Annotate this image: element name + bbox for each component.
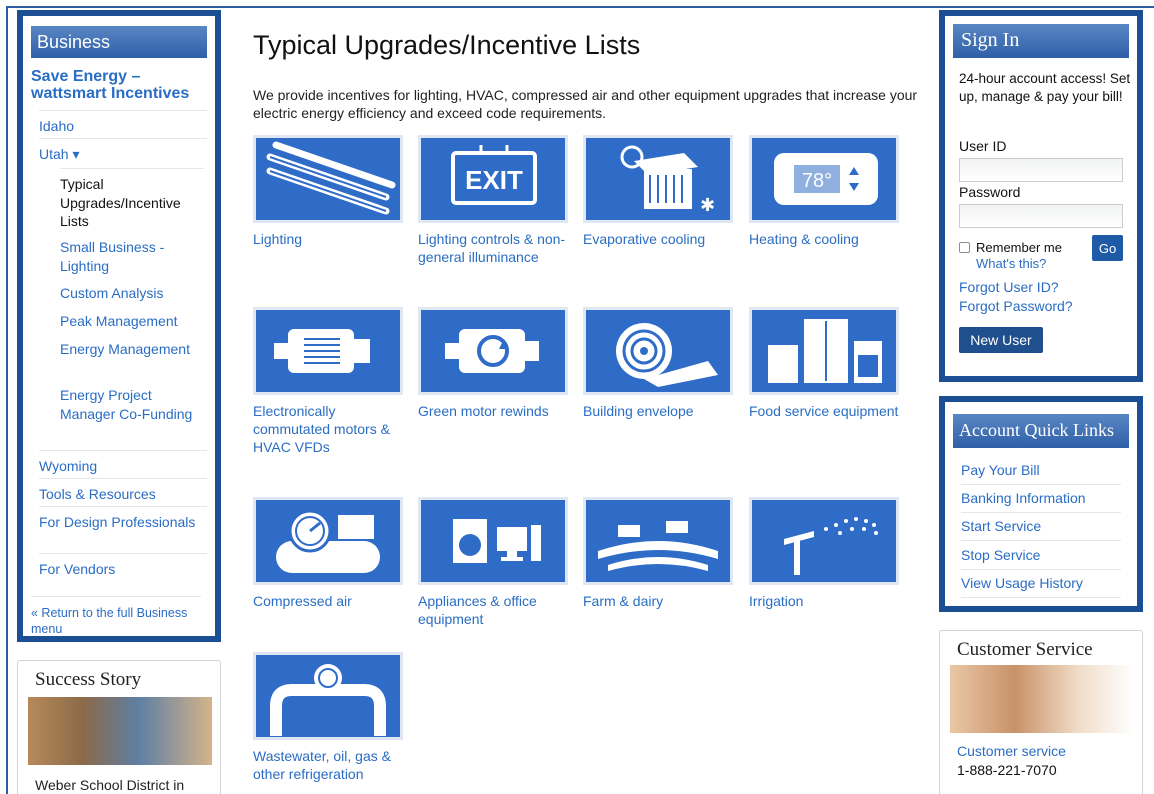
tile-irrigation[interactable]: Irrigation [749,497,899,610]
tile-label[interactable]: Heating & cooling [749,230,899,248]
quick-link-stop-service[interactable]: Stop Service [961,547,1121,570]
nav-item-idaho[interactable]: Idaho [39,110,207,135]
quick-link-banking-info[interactable]: Banking Information [961,490,1121,513]
tile-ec-motors[interactable]: Electronically commutated motors & HVAC … [253,307,403,456]
nav-sub-energy-project-manager[interactable]: Energy Project Manager Co-Funding [60,386,204,423]
success-story-title: Success Story [35,669,142,690]
quick-link-usage-history[interactable]: View Usage History [961,575,1121,598]
tile-compressed-air[interactable]: Compressed air [253,497,403,610]
password-field[interactable] [959,204,1123,228]
whats-this-link[interactable]: What's this? [976,256,1046,271]
tile-label[interactable]: Food service equipment [749,402,899,420]
success-story-photo[interactable] [28,697,212,765]
tile-evaporative-cooling[interactable]: ✱ Evaporative cooling [583,135,733,248]
tile-wastewater[interactable]: Wastewater, oil, gas & other refrigerati… [253,652,403,783]
nav-item-tools-resources[interactable]: Tools & Resources [39,478,207,503]
quick-link-pay-bill[interactable]: Pay Your Bill [961,462,1121,485]
tile-label[interactable]: Green motor rewinds [418,402,568,420]
tile-label[interactable]: Evaporative cooling [583,230,733,248]
thermostat-icon[interactable]: 78° [749,135,899,223]
tile-label[interactable]: Farm & dairy [583,592,733,610]
tile-lighting-controls[interactable]: EXIT Lighting controls & non-general ill… [418,135,568,266]
signin-description: 24-hour account access! Set up, manage &… [959,71,1131,104]
user-id-label: User ID [959,138,1007,154]
return-business-menu-link[interactable]: « Return to the full Business menu [31,596,201,637]
nav-sub-custom-analysis[interactable]: Custom Analysis [60,284,204,303]
nav-item-design-professionals[interactable]: For Design Professionals [39,506,207,531]
tile-label[interactable]: Electronically commutated motors & HVAC … [253,402,403,456]
signin-header: Sign In [953,24,1129,58]
remember-me-row: Remember me What's this? [959,240,1062,272]
rewind-motor-icon[interactable] [418,307,568,395]
tile-lighting[interactable]: Lighting [253,135,403,248]
quick-link-start-service[interactable]: Start Service [961,518,1121,541]
forgot-user-id-link[interactable]: Forgot User ID? [959,279,1059,295]
page-title: Typical Upgrades/Incentive Lists [253,30,641,60]
intro-text: We provide incentives for lighting, HVAC… [253,87,918,121]
sprinkler-icon[interactable] [749,497,899,585]
nav-sub-peak-management[interactable]: Peak Management [60,312,204,331]
nav-item-utah[interactable]: Utah ▾ [39,138,207,163]
quick-links-header: Account Quick Links [953,414,1129,448]
tile-label[interactable]: Irrigation [749,592,899,610]
customer-service-photo [950,665,1134,733]
success-story-text[interactable]: Weber School District in [35,777,184,793]
nav-sub-typical-upgrades[interactable]: Typical Upgrades/Incentive Lists [60,168,204,231]
washer-computer-icon[interactable] [418,497,568,585]
nav-item-vendors[interactable]: For Vendors [39,553,207,578]
remember-me-checkbox[interactable] [959,242,970,253]
nav-sub-small-business-lighting[interactable]: Small Business - Lighting [60,238,204,275]
nav-sub-energy-management[interactable]: Energy Management [60,340,204,359]
save-energy-link[interactable]: Save Energy – wattsmart Incentives [31,68,207,102]
motor-icon[interactable] [253,307,403,395]
go-button[interactable]: Go [1092,235,1123,261]
customer-service-phone: 1-888-221-7070 [957,762,1057,778]
signin-panel: Sign In 24-hour account access! Set up, … [939,10,1143,382]
compressor-icon[interactable] [253,497,403,585]
svg-text:EXIT: EXIT [465,165,523,195]
password-label: Password [959,184,1021,200]
tile-farm-dairy[interactable]: Farm & dairy [583,497,733,610]
customer-service-title: Customer Service [957,639,1093,660]
forgot-password-link[interactable]: Forgot Password? [959,298,1073,314]
pipe-gauge-icon[interactable] [253,652,403,740]
success-story-box: Success Story Weber School District in [17,660,221,794]
tile-label[interactable]: Appliances & office equipment [418,592,568,628]
remember-me-label: Remember me [976,240,1062,255]
new-user-button[interactable]: New User [959,327,1043,353]
tile-label[interactable]: Lighting [253,230,403,248]
tile-food-service[interactable]: Food service equipment [749,307,899,420]
tile-label[interactable]: Lighting controls & non-general illumina… [418,230,568,266]
fluorescent-tubes-icon[interactable] [253,135,403,223]
tile-label[interactable]: Compressed air [253,592,403,610]
tile-appliances-office[interactable]: Appliances & office equipment [418,497,568,628]
tile-label[interactable]: Wastewater, oil, gas & other refrigerati… [253,747,403,783]
customer-service-box: Customer Service Customer service 1-888-… [939,630,1143,794]
tile-label[interactable]: Building envelope [583,402,733,420]
tile-heating-cooling[interactable]: 78° Heating & cooling [749,135,899,248]
left-nav-header: Business [31,26,207,58]
left-nav-panel: Business Save Energy – wattsmart Incenti… [17,10,221,642]
account-quick-links-panel: Account Quick Links Pay Your Bill Bankin… [939,396,1143,612]
insulation-roll-icon[interactable] [583,307,733,395]
nav-item-wyoming[interactable]: Wyoming [39,450,207,475]
cooler-icon[interactable]: ✱ [583,135,733,223]
svg-text:78°: 78° [802,170,832,192]
tile-building-envelope[interactable]: Building envelope [583,307,733,420]
kitchen-appliances-icon[interactable] [749,307,899,395]
user-id-field[interactable] [959,158,1123,182]
cows-icon[interactable] [583,497,733,585]
exit-sign-icon[interactable]: EXIT [418,135,568,223]
tile-green-motor-rewinds[interactable]: Green motor rewinds [418,307,568,420]
svg-text:✱: ✱ [700,195,715,216]
customer-service-link[interactable]: Customer service [957,743,1066,759]
